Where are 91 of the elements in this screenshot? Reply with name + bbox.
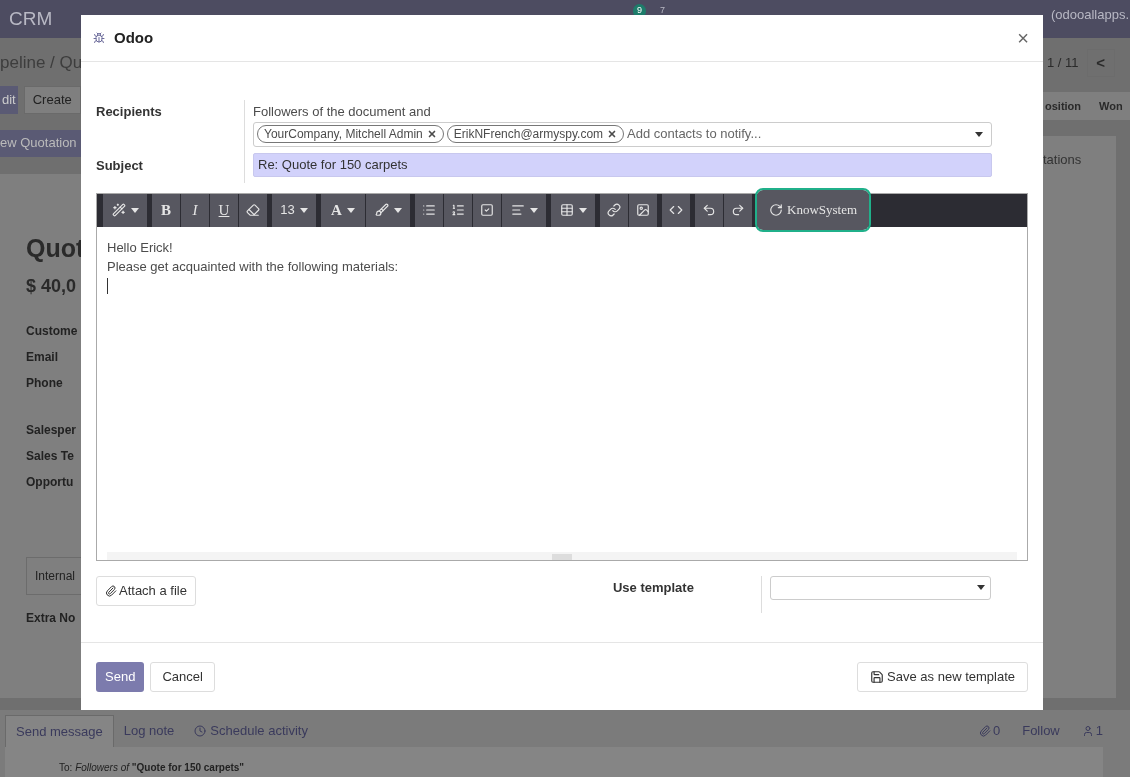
recipients-label: Recipients (96, 103, 163, 121)
bullet-list-icon (422, 203, 436, 217)
toolbar-button[interactable] (415, 193, 443, 227)
save-icon (870, 669, 885, 684)
toolbar-button[interactable] (551, 193, 595, 227)
follow-button[interactable]: Follow (1022, 721, 1060, 741)
text-cursor (107, 277, 108, 294)
paperclip-icon (978, 725, 991, 737)
format-button[interactable]: U (210, 193, 238, 227)
caret-icon (976, 585, 985, 590)
code-icon (669, 203, 683, 217)
caret-icon (529, 207, 538, 213)
toolbar-button[interactable] (662, 193, 690, 227)
close-button[interactable]: × (1017, 23, 1029, 53)
edit-button[interactable]: dit (0, 85, 18, 114)
follower-count[interactable]: 1 (1081, 721, 1103, 741)
field-label: Custome (26, 323, 79, 340)
brush-icon (374, 203, 389, 217)
toolbar-button[interactable] (600, 193, 628, 227)
user-menu[interactable]: (odooallapps. (1050, 5, 1129, 25)
create-button[interactable]: Create (23, 85, 81, 114)
checkbox-icon (480, 203, 494, 217)
align-icon (510, 203, 525, 217)
field-label: Salesper (26, 422, 78, 439)
numbered-list-icon (451, 203, 465, 217)
toolbar-button[interactable] (239, 193, 267, 227)
bug-icon (93, 32, 105, 44)
toolbar-button[interactable] (695, 193, 723, 227)
link-icon (607, 203, 621, 217)
caret-icon (975, 131, 983, 137)
chatter-tab[interactable]: Log note (113, 715, 185, 747)
subject-field[interactable]: Re: Quote for 150 carpets (253, 152, 992, 177)
user-icon (1081, 725, 1094, 737)
toolbar-button[interactable] (629, 193, 657, 227)
caret-icon (299, 207, 308, 213)
remove-icon (607, 129, 618, 139)
new-quotation-button[interactable]: ew Quotation (0, 129, 81, 157)
image-icon (636, 203, 650, 217)
field-label: Email (26, 349, 59, 366)
undo-icon (702, 203, 716, 217)
recipients-field[interactable]: YourCompany, Mitchell Admin ErikNFrench@armyspy.com Add contacts to notify... (253, 121, 992, 147)
template-label: Use template (612, 578, 695, 597)
subject-label: Subject (96, 156, 144, 175)
chatter-tab[interactable]: Schedule activity (184, 715, 318, 747)
clock-icon (194, 725, 207, 737)
field-label: Extra No (26, 610, 77, 627)
caret-icon (130, 207, 139, 213)
dialog-title: Odoo (114, 27, 154, 48)
caret-icon (346, 207, 355, 213)
chatter-tab[interactable]: Send message (5, 715, 114, 747)
pager-value: 1 / 11 (1047, 54, 1079, 73)
field-label: Opportu (26, 474, 75, 491)
message-line: Please get acquainted with the following materials: (107, 257, 400, 276)
send-button[interactable]: Send (96, 661, 145, 692)
toolbar-button[interactable] (366, 193, 410, 227)
cancel-button[interactable]: Cancel (150, 661, 215, 692)
format-button[interactable]: I (181, 193, 209, 227)
caret-icon (578, 207, 587, 213)
contacts-input[interactable]: Add contacts to notify... (627, 124, 972, 144)
field-label: Sales Te (26, 448, 75, 465)
notebook-tab[interactable]: tations (1043, 152, 1082, 167)
toolbar-button[interactable] (724, 193, 752, 227)
attach-file-button[interactable]: Attach a file (96, 575, 196, 606)
followers-note: Followers of the document and (253, 103, 432, 121)
stage-item[interactable]: Won (1099, 97, 1123, 115)
recipients-note: To: Followers of "Quote for 150 carpets" (59, 762, 245, 773)
resize-handle[interactable] (552, 553, 572, 560)
message-line: Hello Erick! (107, 238, 174, 257)
format-button[interactable]: 13 (272, 193, 316, 227)
record-title: Quot (26, 232, 81, 264)
save-template-button[interactable]: Save as new template (857, 661, 1028, 692)
toolbar-button[interactable] (103, 193, 147, 227)
caret-icon (393, 207, 402, 213)
format-button[interactable]: B (152, 193, 180, 227)
stage-item[interactable]: osition (1045, 97, 1082, 115)
table-icon (559, 203, 574, 217)
paperclip-icon (105, 584, 117, 597)
record-amount: $ 40,0 (26, 275, 78, 298)
toolbar-button[interactable] (473, 193, 501, 227)
toolbar-button[interactable] (502, 193, 546, 227)
field-label: Phone (26, 375, 64, 392)
refresh-icon (769, 203, 783, 217)
attachment-count[interactable]: 0 (978, 721, 1001, 741)
eraser-icon (246, 203, 260, 217)
knowsystem-button[interactable]: KnowSystem (757, 190, 870, 230)
remove-icon (426, 129, 437, 139)
format-button[interactable]: A (321, 193, 365, 227)
toolbar-button[interactable] (444, 193, 472, 227)
redo-icon (731, 203, 745, 217)
magic-wand-icon (111, 203, 126, 217)
message-count[interactable]: 7 (660, 4, 666, 18)
